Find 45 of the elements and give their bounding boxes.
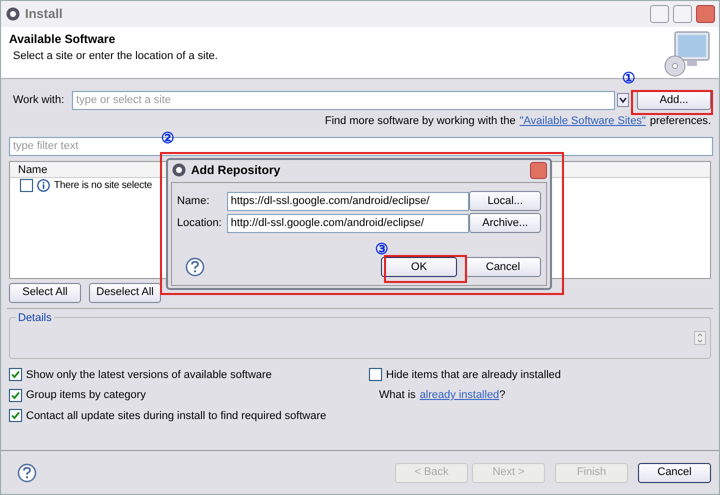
app-icon (171, 162, 187, 178)
checkbox[interactable] (9, 368, 22, 382)
close-button[interactable] (530, 162, 547, 178)
help-icon[interactable] (17, 462, 37, 482)
column-header[interactable]: Name (10, 162, 56, 176)
installed-link[interactable]: already installed (420, 387, 500, 404)
info-text: ? (499, 388, 506, 403)
info-text: Find more software by working with the (324, 114, 516, 129)
checkbox[interactable] (9, 409, 22, 422)
field-label: Location: (177, 216, 223, 231)
checkbox[interactable] (20, 178, 33, 192)
option-label: Contact all update sites during install to find required software (26, 408, 326, 424)
sites-link[interactable]: "Available Software Sites" (520, 113, 646, 130)
name-field[interactable]: https://dl-ssl.google.com/android/eclipse/ (226, 192, 470, 210)
app-icon (5, 6, 21, 22)
step-number: ③ (375, 240, 388, 260)
select-all-button[interactable]: Select All (9, 282, 81, 302)
close-button[interactable] (696, 5, 715, 23)
window-title: Install (25, 5, 64, 24)
work-with-label: Work with: (13, 92, 64, 108)
ok-button[interactable]: OK (381, 257, 457, 277)
local-button[interactable]: Local... (469, 191, 541, 211)
archive-button[interactable]: Archive... (469, 213, 541, 233)
tree-row-text: There is no site selecte (54, 178, 152, 192)
deselect-all-button[interactable]: Deselect All (89, 282, 161, 302)
location-field[interactable]: http://dl-ssl.google.com/android/eclipse/ (226, 214, 470, 232)
minimize-button[interactable] (650, 5, 669, 23)
option-label: Show only the latest versions of available software (26, 368, 272, 382)
option-label: Hide items that are already installed (386, 368, 561, 382)
info-text: What is (379, 388, 416, 403)
help-icon[interactable] (185, 257, 205, 277)
add-button[interactable]: Add... (637, 90, 711, 110)
page-description: Select a site or enter the location of a site. (13, 49, 218, 64)
site-combo-field[interactable]: type or select a site (72, 90, 615, 110)
step-number: ① (622, 69, 635, 89)
checkbox[interactable] (369, 368, 382, 382)
cancel-button[interactable]: Cancel (465, 257, 541, 277)
checkbox[interactable] (9, 388, 22, 402)
page-title: Available Software (9, 31, 116, 48)
info-text: preferences. (650, 114, 711, 129)
cancel-button[interactable]: Cancel (638, 462, 711, 482)
maximize-button[interactable] (673, 5, 692, 23)
dialog-title: Add Repository (191, 162, 282, 179)
field-label: Name: (177, 194, 210, 209)
option-label: Group items by category (26, 388, 146, 403)
